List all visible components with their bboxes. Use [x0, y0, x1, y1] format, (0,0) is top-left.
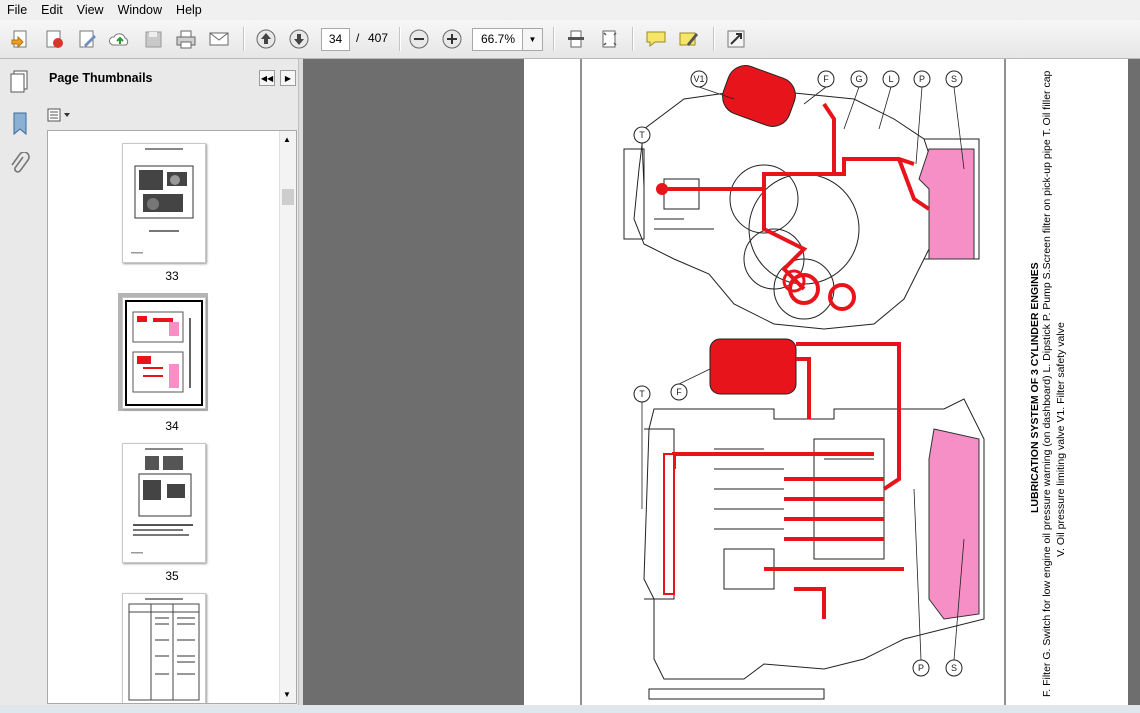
menu-file[interactable]: File [0, 0, 34, 20]
email-icon[interactable] [206, 26, 232, 52]
highlight-icon[interactable] [676, 26, 702, 52]
fit-width-icon[interactable] [563, 26, 589, 52]
collapse-panel-icon[interactable]: ◀◀ [259, 70, 275, 86]
page-thumbnails-icon[interactable] [9, 69, 31, 96]
toolbar: 34 / 407 66.7% ▼ [0, 20, 1140, 59]
panel-menu-icon[interactable]: ▶ [280, 70, 296, 86]
menu-bar: File Edit View Window Help [0, 0, 1140, 20]
navigation-strip [0, 59, 43, 705]
chevron-down-icon[interactable]: ▼ [522, 28, 543, 51]
thumbnail-label: 34 [165, 419, 179, 433]
svg-text:G: G [855, 74, 862, 84]
svg-text:V1: V1 [693, 74, 704, 84]
bookmark-icon[interactable] [9, 111, 31, 140]
page-total: 407 [368, 31, 389, 45]
zoom-in-icon[interactable] [439, 26, 465, 52]
menu-edit[interactable]: Edit [34, 0, 70, 20]
svg-text:S: S [951, 663, 957, 673]
thumbnail-page-36[interactable] [122, 593, 206, 703]
scroll-thumb[interactable] [282, 189, 294, 205]
page-separator: / [356, 31, 360, 45]
svg-text:T: T [639, 389, 645, 399]
edit-document-icon[interactable] [74, 26, 100, 52]
fit-page-icon[interactable] [596, 26, 622, 52]
page-number-input[interactable]: 34 [321, 28, 350, 51]
panel-header: Page Thumbnails ◀◀ ▶ [42, 59, 298, 99]
thumbnail-page-35[interactable] [122, 443, 206, 563]
comment-icon[interactable] [643, 26, 669, 52]
thumbnail-page-33[interactable] [122, 143, 206, 263]
next-page-icon[interactable] [286, 26, 312, 52]
svg-text:F: F [676, 387, 682, 397]
zoom-out-icon[interactable] [406, 26, 432, 52]
expand-icon[interactable] [723, 26, 749, 52]
save-icon[interactable] [140, 26, 166, 52]
thumbnail-panel: Page Thumbnails ◀◀ ▶ 33 34 35 ▲ ▼ [42, 59, 298, 705]
svg-text:T: T [639, 130, 645, 140]
thumbnail-scrollbar[interactable]: ▲ ▼ [279, 131, 296, 703]
svg-text:P: P [918, 663, 924, 673]
scroll-up-icon[interactable]: ▲ [283, 135, 291, 144]
thumbnail-list: 33 34 35 ▲ ▼ [47, 130, 297, 704]
thumbnail-label: 33 [165, 269, 179, 283]
caption-line-2: V. Oil pressure limiting valve V1. Filte… [1055, 322, 1067, 557]
attachment-icon[interactable] [9, 151, 31, 181]
svg-text:S: S [951, 74, 957, 84]
menu-view[interactable]: View [70, 0, 111, 20]
thumbnail-page-34[interactable] [122, 297, 206, 409]
thumbnail-options-icon[interactable] [47, 106, 73, 124]
thumbnail-label: 35 [165, 569, 179, 583]
menu-help[interactable]: Help [169, 0, 209, 20]
menu-window[interactable]: Window [111, 0, 169, 20]
create-pdf-icon[interactable] [41, 26, 67, 52]
svg-text:F: F [823, 74, 829, 84]
caption-line-1: F. Filter G. Switch for low engine oil p… [1041, 70, 1053, 697]
panel-title: Page Thumbnails [49, 71, 153, 85]
scroll-down-icon[interactable]: ▼ [283, 690, 291, 699]
previous-page-icon[interactable] [253, 26, 279, 52]
status-bar [0, 705, 1140, 713]
zoom-input[interactable]: 66.7% [472, 28, 523, 51]
open-icon[interactable] [8, 26, 34, 52]
caption-title: LUBRICATION SYSTEM OF 3 CYLINDER ENGINES [1029, 262, 1041, 513]
print-icon[interactable] [173, 26, 199, 52]
document-page: T V1 F G L P S T F P S LUBRICATION SYSTE… [524, 59, 1128, 705]
svg-text:P: P [919, 74, 925, 84]
upload-cloud-icon[interactable] [107, 26, 133, 52]
svg-text:L: L [888, 74, 893, 84]
document-view: T V1 F G L P S T F P S LUBRICATION SYSTE… [303, 59, 1140, 705]
